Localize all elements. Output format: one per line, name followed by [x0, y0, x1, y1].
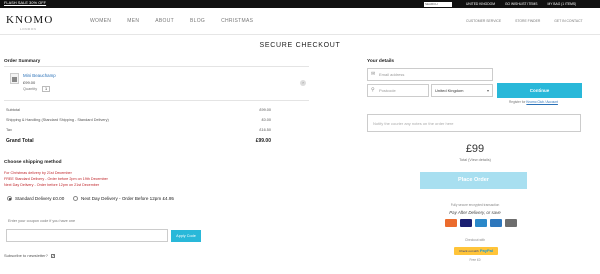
nav-item-men[interactable]: MEN [127, 18, 139, 24]
newsletter-subscribe[interactable]: Subscribe to newsletter? ✓ [4, 253, 55, 258]
mail-icon: ✉ [371, 71, 376, 77]
card-logos [445, 219, 517, 227]
details-heading: Your details [367, 59, 395, 64]
nav-item-christmas[interactable]: CHRISTMAS [221, 18, 253, 24]
shipping-option-label: Next Day Delivery - Order Before 12pm £4… [81, 196, 174, 201]
bag-link[interactable]: MY BAG (1 ITEMS) [548, 2, 577, 6]
summary-label: Tax [6, 128, 12, 132]
top-links: UNITED KINGDOM GO WISHLIST ITEMS MY BAG … [466, 2, 576, 6]
summary-label: Subtotal [6, 108, 20, 112]
chevron-down-icon: ▾ [486, 88, 489, 93]
paypal-button[interactable]: Check out with PayPal [454, 247, 498, 255]
country-value: United Kingdom [435, 88, 464, 93]
summary-row-subtotal: Subtotal £99.00 [6, 108, 271, 112]
subscribe-label: Subscribe to newsletter? [4, 253, 48, 258]
maestro-icon [475, 219, 487, 227]
order-summary-heading: Order Summary [4, 59, 41, 64]
shipping-option-label: Standard Delivery £0.00 [15, 196, 65, 201]
pay-after-delivery: Pay After Delivery, or save [449, 210, 501, 215]
summary-value: £99.00 [259, 108, 271, 112]
apply-code-button[interactable]: Apply Code [171, 230, 201, 242]
shipping-notice: For Christmas delivery by 21st December [4, 171, 72, 175]
visa-icon [460, 219, 472, 227]
register-prefix: Register for [509, 100, 526, 104]
summary-value: £0.00 [261, 118, 271, 122]
promo-link[interactable]: FLASH SALE 30% OFF [4, 1, 46, 5]
paypal-logo: PayPal [479, 248, 493, 253]
summary-row-shipping: Shipping & Handling (Standard Shipping -… [6, 118, 271, 122]
shipping-option-standard[interactable]: Standard Delivery £0.00 [7, 196, 64, 201]
shipping-option-next-day[interactable]: Next Day Delivery - Order Before 12pm £4… [73, 196, 174, 201]
coupon-input[interactable] [6, 229, 168, 242]
checkbox-icon[interactable]: ✓ [50, 253, 55, 258]
postcode-field[interactable]: ⚲ Postcode [367, 84, 429, 97]
nav-item-women[interactable]: WOMEN [90, 18, 111, 24]
close-icon[interactable]: › [300, 80, 306, 86]
postcode-placeholder: Postcode [379, 88, 396, 93]
summary-label: Shipping & Handling (Standard Shipping -… [6, 118, 109, 122]
store-finder-link[interactable]: STORE FINDER [515, 19, 540, 23]
grand-total-row: Grand Total £99.00 [6, 138, 271, 144]
order-total-label[interactable]: Total (View details) [435, 158, 515, 162]
summary-value: £16.50 [259, 128, 271, 132]
product-name[interactable]: Mini Beauchamp [23, 73, 56, 78]
amex-icon [490, 219, 502, 227]
nav-item-about[interactable]: ABOUT [155, 18, 174, 24]
customer-service-link[interactable]: CUSTOMER SERVICE [466, 19, 501, 23]
shipping-heading: Choose shipping method [4, 160, 62, 165]
main-nav: WOMEN MEN ABOUT BLOG CHRISTMAS [90, 18, 253, 24]
grand-total-label: Grand Total [6, 138, 34, 144]
email-placeholder: Email address [379, 72, 405, 77]
radio-button[interactable] [73, 196, 78, 201]
shipping-notice: Next Day Delivery - Order before 12pm on… [4, 183, 100, 187]
search-input[interactable]: SEARCH [424, 1, 452, 7]
wishlist-link[interactable]: GO WISHLIST ITEMS [505, 2, 538, 6]
radio-button[interactable] [7, 196, 12, 201]
logo[interactable]: KNOMO [6, 14, 54, 26]
card-icon [505, 219, 517, 227]
quantity-input[interactable]: 1 [42, 86, 50, 92]
product-thumbnail[interactable] [10, 73, 19, 84]
grand-total-value: £99.00 [255, 138, 271, 144]
order-total-amount: £99 [465, 143, 485, 155]
product-price: £99.00 [23, 80, 36, 85]
paypal-prefix: Check out with [459, 249, 479, 253]
top-bar: FLASH SALE 30% OFF SEARCH UNITED KINGDOM… [0, 0, 600, 8]
shipping-notice: FREE Standard Delivery - Order before 2p… [4, 177, 108, 181]
register-link[interactable]: Knomo Club / Account [526, 100, 558, 104]
location-pin-icon: ⚲ [371, 87, 375, 93]
place-order-button[interactable]: Place Order [420, 172, 527, 189]
divider [4, 100, 309, 101]
nav-item-blog[interactable]: BLOG [190, 18, 205, 24]
register-note: Register for Knomo Club / Account [509, 100, 558, 104]
or-label: Checkout with [464, 238, 486, 242]
order-notes-input[interactable]: Notify the courier any notes on the orde… [367, 114, 581, 132]
country-select[interactable]: United Kingdom ▾ [431, 84, 493, 97]
summary-row-tax: Tax £16.50 [6, 128, 271, 132]
secure-note: Fully secure encrypted transaction [450, 203, 500, 207]
email-field[interactable]: ✉ Email address [367, 68, 493, 81]
logo-subtitle: LONDON [20, 27, 37, 31]
contact-link[interactable]: GET IN CONTACT [554, 19, 582, 23]
paypal-note: Free £0 [469, 258, 481, 262]
country-link[interactable]: UNITED KINGDOM [466, 2, 495, 6]
page-title: SECURE CHECKOUT [259, 42, 341, 49]
continue-button[interactable]: Continue [497, 83, 582, 98]
quantity-label: Quantity [23, 87, 38, 91]
mastercard-icon [445, 219, 457, 227]
site-header: KNOMO LONDON WOMEN MEN ABOUT BLOG CHRIST… [0, 8, 600, 35]
coupon-label: Enter your coupon code if you have one [8, 219, 76, 223]
divider [4, 66, 309, 67]
header-links: CUSTOMER SERVICE STORE FINDER GET IN CON… [466, 19, 583, 23]
